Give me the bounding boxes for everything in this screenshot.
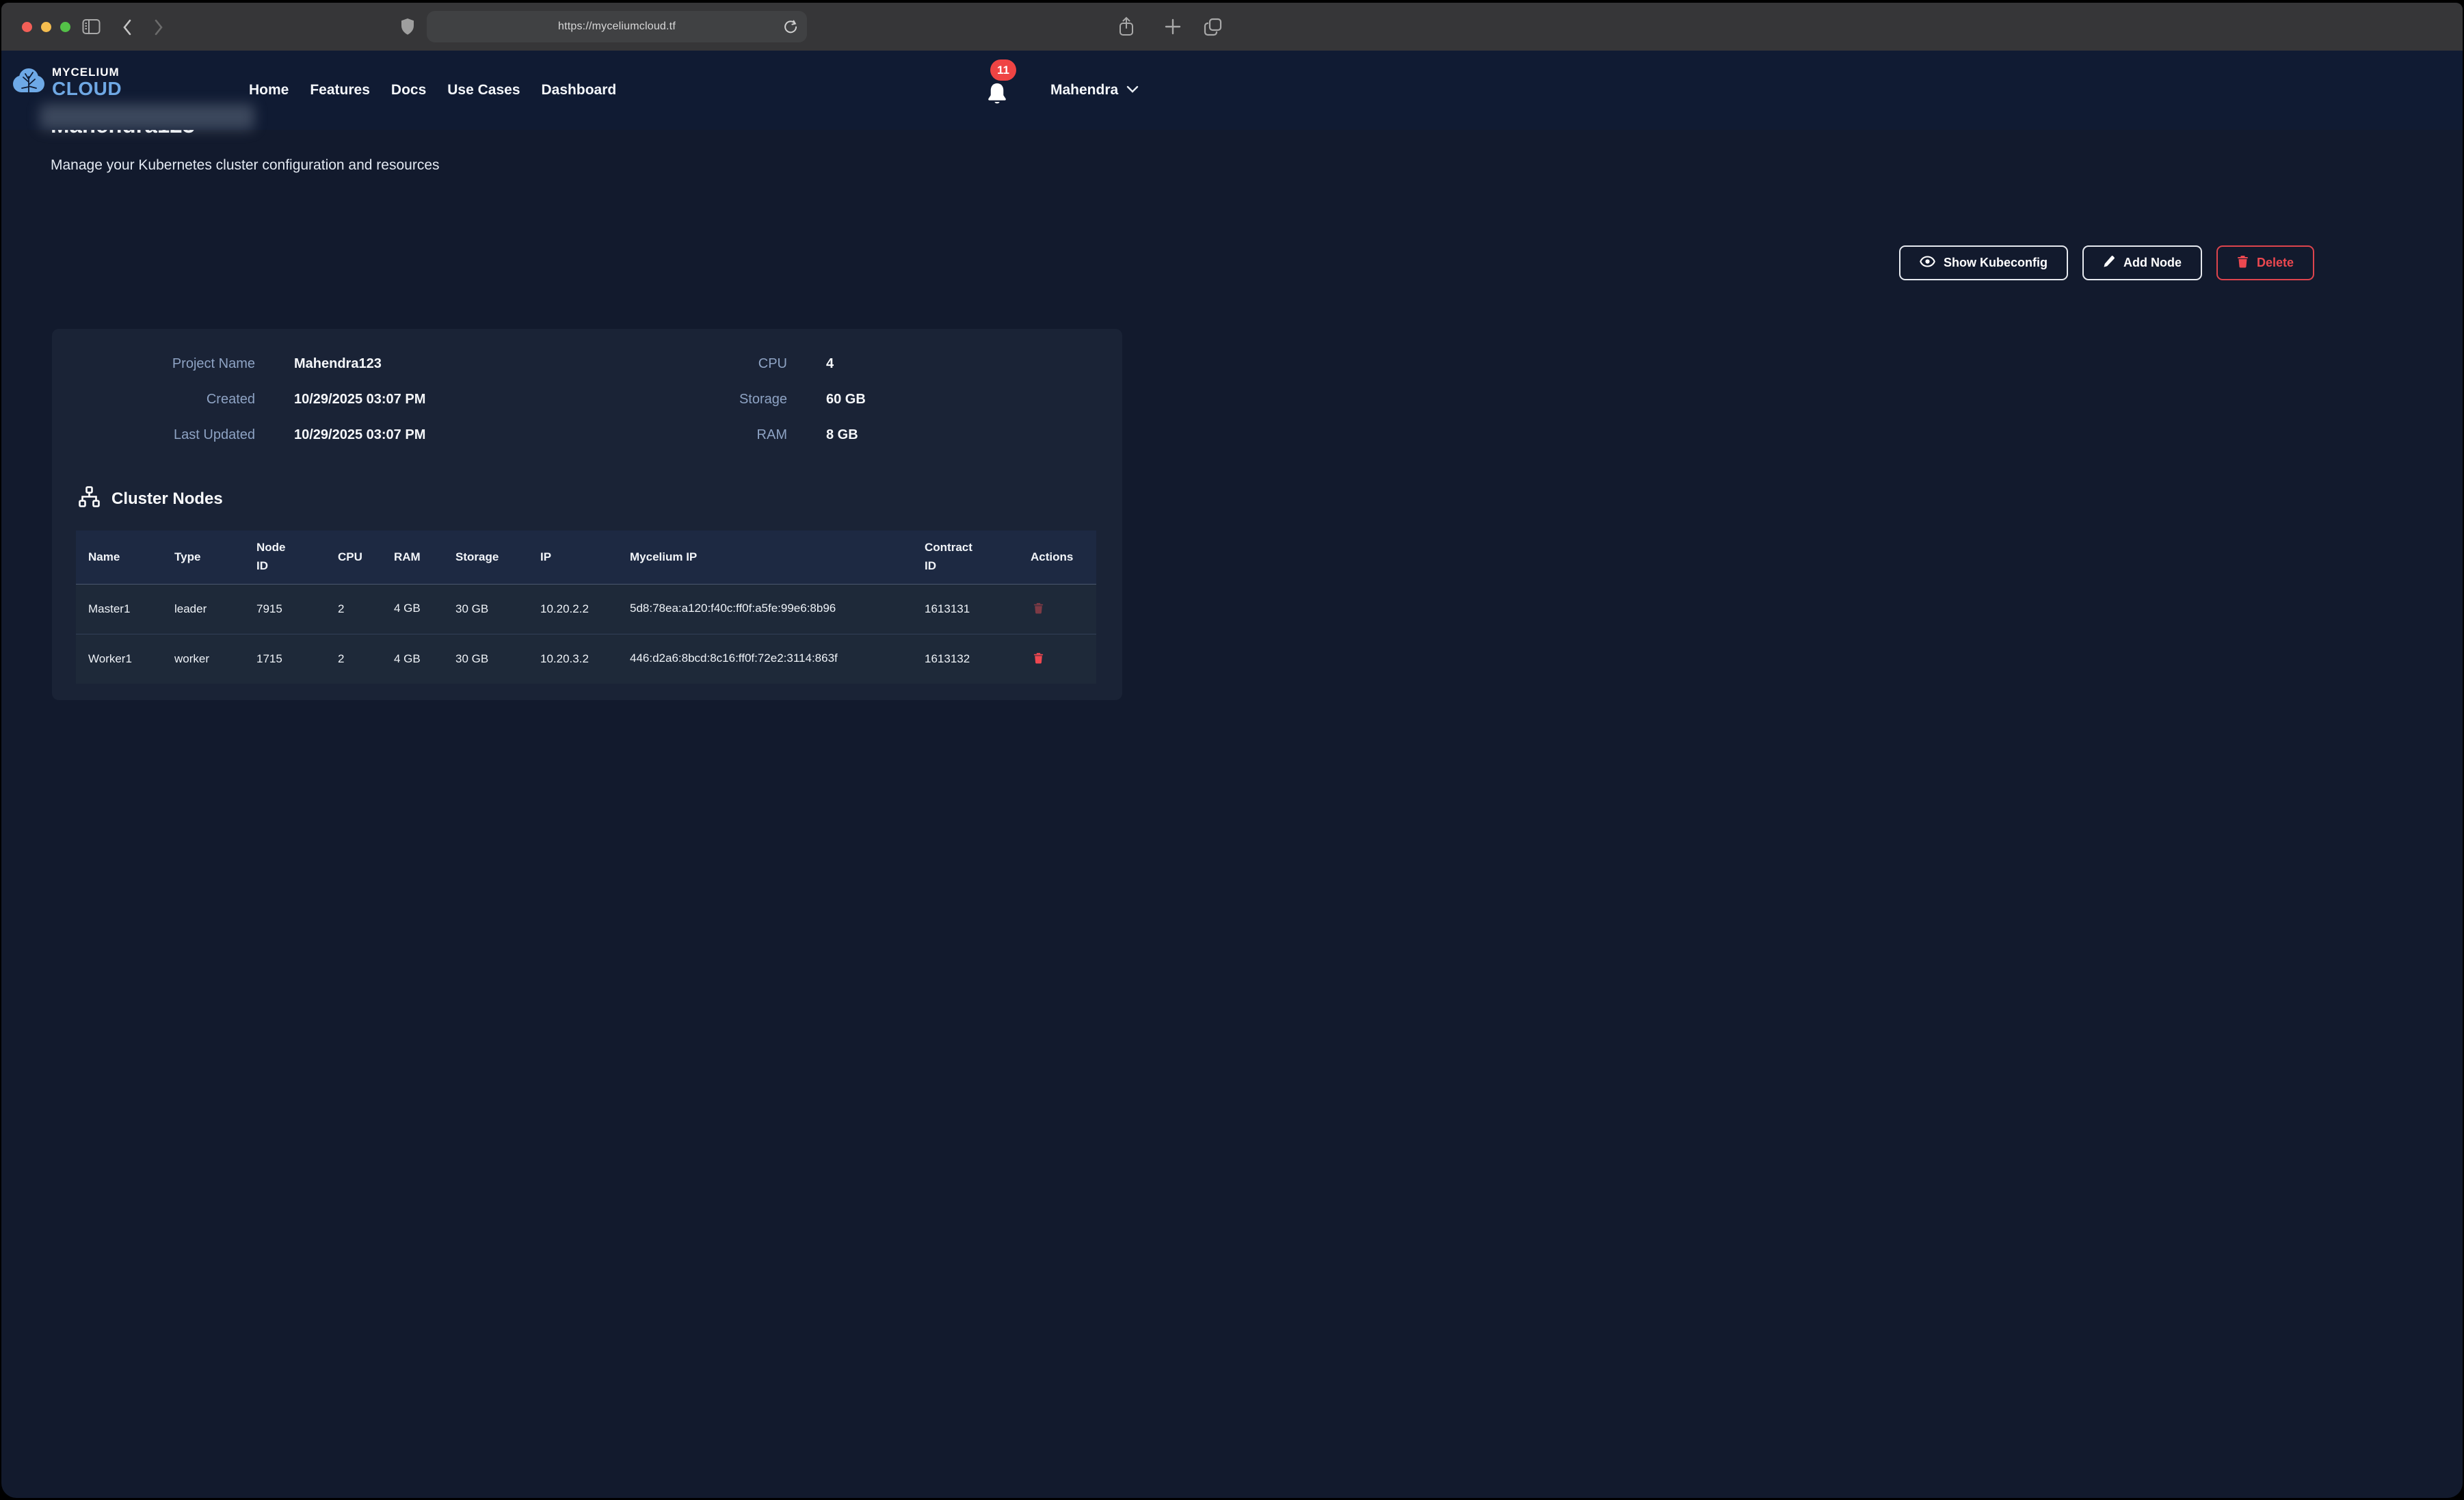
col-mycelium-ip: Mycelium IP: [618, 531, 912, 584]
cell-actions: [1018, 634, 1096, 684]
trash-icon: [2237, 255, 2249, 271]
cell-node-id: 7915: [244, 584, 326, 634]
show-kubeconfig-button[interactable]: Show Kubeconfig: [1899, 245, 2068, 280]
nav-link-features[interactable]: Features: [310, 82, 370, 98]
forward-icon[interactable]: [153, 18, 164, 40]
reload-icon[interactable]: [783, 19, 798, 38]
col-ram: RAM: [382, 531, 443, 584]
cell-type: leader: [162, 584, 244, 634]
share-icon[interactable]: [1118, 16, 1135, 40]
cell-type: worker: [162, 634, 244, 684]
storage-label: Storage: [667, 392, 787, 407]
col-node-id: Node ID: [244, 531, 326, 584]
eye-icon: [1920, 256, 1935, 271]
nav-link-use-cases[interactable]: Use Cases: [447, 82, 520, 98]
cell-actions: [1018, 584, 1096, 634]
storage-value: 60 GB: [826, 392, 866, 407]
browser-window: https://myceliumcloud.tf Mahendra123 Man…: [1, 3, 2463, 1498]
user-menu[interactable]: Mahendra: [1050, 51, 1139, 130]
cluster-details-card: Project Name Mahendra123 Created 10/29/2…: [52, 329, 1122, 700]
zoom-button[interactable]: [60, 22, 70, 32]
bell-icon: [985, 81, 1009, 108]
cell-name: Worker1: [76, 634, 162, 684]
ram-label: RAM: [667, 427, 787, 443]
cluster-nodes-title: Cluster Nodes: [111, 490, 223, 509]
ram-value: 8 GB: [826, 427, 858, 443]
cluster-actions: Show Kubeconfig Add Node Delete: [1899, 245, 2314, 280]
cell-ip: 10.20.2.2: [528, 584, 618, 634]
redacted-blur: [40, 104, 254, 130]
show-kubeconfig-label: Show Kubeconfig: [1944, 256, 2048, 270]
project-name-value: Mahendra123: [294, 356, 382, 372]
project-name-label: Project Name: [93, 356, 255, 372]
logo-line1: MYCELIUM: [52, 66, 122, 78]
add-node-button[interactable]: Add Node: [2082, 245, 2202, 280]
traffic-lights: [22, 22, 70, 32]
pencil-icon: [2103, 255, 2115, 271]
created-label: Created: [93, 392, 255, 407]
chevron-down-icon: [1126, 84, 1139, 96]
col-name: Name: [76, 531, 162, 584]
last-updated-label: Last Updated: [93, 427, 255, 443]
col-ip: IP: [528, 531, 618, 584]
cpu-value: 4: [826, 356, 834, 372]
user-name: Mahendra: [1050, 82, 1118, 98]
url-bar[interactable]: https://myceliumcloud.tf: [427, 11, 807, 42]
cell-storage: 30 GB: [443, 634, 528, 684]
browser-toolbar: https://myceliumcloud.tf: [1, 3, 2463, 51]
shield-icon[interactable]: [401, 18, 414, 39]
cell-contract-id: 1613132: [912, 634, 1018, 684]
cell-ram: 4 GB: [382, 584, 443, 634]
last-updated-value: 10/29/2025 03:07 PM: [294, 427, 425, 443]
cluster-nodes-header: Cluster Nodes: [78, 486, 223, 511]
cell-contract-id: 1613131: [912, 584, 1018, 634]
close-button[interactable]: [22, 22, 32, 32]
cell-mycelium-ip: 5d8:78ea:a120:f40c:ff0f:a5fe:99e6:8b96: [618, 584, 912, 634]
minimize-button[interactable]: [41, 22, 51, 32]
table-row: Worker1 worker 1715 2 4 GB 30 GB 10.20.3…: [76, 634, 1096, 684]
col-cpu: CPU: [326, 531, 382, 584]
cell-name: Master1: [76, 584, 162, 634]
col-type: Type: [162, 531, 244, 584]
nav-link-dashboard[interactable]: Dashboard: [542, 82, 617, 98]
cell-ip: 10.20.3.2: [528, 634, 618, 684]
table-row: Master1 leader 7915 2 4 GB 30 GB 10.20.2…: [76, 584, 1096, 634]
cell-ram: 4 GB: [382, 634, 443, 684]
back-icon[interactable]: [122, 18, 133, 40]
nav-links: Home Features Docs Use Cases Dashboard: [249, 51, 616, 130]
page-subtitle: Manage your Kubernetes cluster configura…: [51, 157, 440, 174]
nav-link-home[interactable]: Home: [249, 82, 289, 98]
logo[interactable]: MYCELIUM CLOUD: [12, 66, 122, 99]
cell-mycelium-ip: 446:d2a6:8bcd:8c16:ff0f:72e2:3114:863f: [618, 634, 912, 684]
delete-node-button[interactable]: [1031, 651, 1046, 667]
notifications-button[interactable]: [985, 81, 1012, 112]
cell-cpu: 2: [326, 634, 382, 684]
sidebar-toggle-icon[interactable]: [82, 18, 101, 38]
cell-cpu: 2: [326, 584, 382, 634]
tabs-overview-icon[interactable]: [1204, 18, 1222, 40]
mycelium-cloud-logo-icon: [12, 66, 45, 99]
logo-text: MYCELIUM CLOUD: [52, 66, 122, 98]
delete-label: Delete: [2257, 256, 2294, 270]
col-actions: Actions: [1018, 531, 1096, 584]
notification-badge: 11: [990, 59, 1016, 81]
logo-line2: CLOUD: [52, 79, 122, 98]
add-node-label: Add Node: [2123, 256, 2182, 270]
site-nav: MYCELIUM CLOUD Home Features Docs Use Ca…: [1, 51, 2463, 130]
new-tab-icon[interactable]: [1165, 18, 1181, 38]
col-storage: Storage: [443, 531, 528, 584]
created-value: 10/29/2025 03:07 PM: [294, 392, 425, 407]
delete-cluster-button[interactable]: Delete: [2216, 245, 2314, 280]
cell-node-id: 1715: [244, 634, 326, 684]
delete-node-button[interactable]: [1031, 601, 1046, 617]
table-header-row: Name Type Node ID CPU RAM Storage IP Myc…: [76, 531, 1096, 584]
cpu-label: CPU: [667, 356, 787, 372]
nav-link-docs[interactable]: Docs: [391, 82, 426, 98]
url-text: https://myceliumcloud.tf: [558, 21, 676, 33]
network-icon: [78, 486, 101, 511]
col-contract-id: Contract ID: [912, 531, 1018, 584]
cell-storage: 30 GB: [443, 584, 528, 634]
cluster-nodes-table: Name Type Node ID CPU RAM Storage IP Myc…: [76, 531, 1096, 684]
